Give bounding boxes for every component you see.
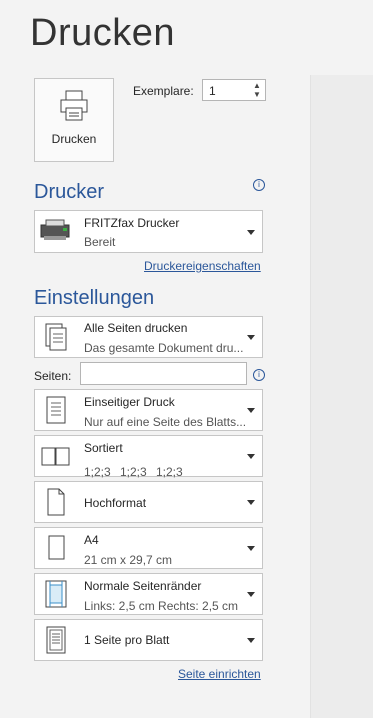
- printer-icon: [59, 89, 89, 128]
- collate-sequence-3: 1;2;3: [156, 465, 183, 479]
- print-range-description: Das gesamte Dokument dru...: [84, 341, 244, 355]
- sides-description: Nur auf eine Seite des Blatts...: [84, 415, 247, 429]
- document-pages-icon: [39, 321, 73, 353]
- margins-dropdown[interactable]: Normale Seitenränder Links: 2,5 cm Recht…: [34, 573, 263, 615]
- copies-spin-buttons[interactable]: ▲ ▼: [252, 81, 262, 99]
- portrait-page-icon: [39, 486, 73, 518]
- print-range-label: Alle Seiten drucken: [84, 321, 188, 335]
- paper-size-dropdown[interactable]: A4 21 cm x 29,7 cm: [34, 527, 263, 569]
- collate-sequence-2: 1;2;3: [120, 465, 147, 479]
- page-setup-link[interactable]: Seite einrichten: [178, 667, 261, 681]
- chevron-down-icon: [247, 454, 255, 459]
- printer-properties-link[interactable]: Druckereigenschaften: [144, 259, 261, 273]
- pages-label: Seiten:: [34, 369, 72, 383]
- page-margins-icon: [39, 578, 73, 610]
- margins-description: Links: 2,5 cm Rechts: 2,5 cm: [84, 599, 239, 613]
- info-icon[interactable]: i: [253, 179, 265, 191]
- orientation-label: Hochformat: [84, 496, 147, 510]
- collate-label: Sortiert: [84, 441, 123, 455]
- print-range-dropdown[interactable]: Alle Seiten drucken Das gesamte Dokument…: [34, 316, 263, 358]
- paper-size-label: A4: [84, 533, 99, 547]
- collate-sequence-1: 1;2;3: [84, 465, 111, 479]
- settings-heading: Einstellungen: [34, 287, 155, 309]
- pages-per-sheet-icon: [39, 624, 73, 656]
- chevron-down-icon: [247, 230, 255, 235]
- chevron-down-icon: [247, 408, 255, 413]
- print-button[interactable]: Drucken: [34, 78, 114, 162]
- print-button-label: Drucken: [51, 132, 97, 146]
- pages-input[interactable]: [80, 362, 247, 385]
- paper-size-icon: [39, 532, 73, 564]
- margins-label: Normale Seitenränder: [84, 579, 202, 593]
- chevron-down-icon: [247, 335, 255, 340]
- copies-stepper[interactable]: 1 ▲ ▼: [202, 79, 266, 101]
- chevron-down-icon: [247, 546, 255, 551]
- pages-per-sheet-label: 1 Seite pro Blatt: [84, 633, 170, 647]
- collated-icon: [39, 440, 73, 472]
- info-icon[interactable]: i: [253, 369, 265, 381]
- page-title: Drucken: [30, 12, 175, 54]
- printer-dropdown[interactable]: FRITZfax Drucker Bereit: [34, 210, 263, 253]
- fax-printer-icon: [39, 215, 73, 245]
- printer-status: Bereit: [84, 235, 116, 249]
- printer-name: FRITZfax Drucker: [84, 216, 180, 230]
- copies-label: Exemplare:: [133, 84, 194, 98]
- chevron-up-icon[interactable]: ▲: [253, 81, 261, 90]
- pages-per-sheet-dropdown[interactable]: 1 Seite pro Blatt: [34, 619, 263, 661]
- orientation-dropdown[interactable]: Hochformat: [34, 481, 263, 523]
- sides-label: Einseitiger Druck: [84, 395, 175, 409]
- chevron-down-icon: [247, 638, 255, 643]
- single-sided-icon: [39, 394, 73, 426]
- collate-dropdown[interactable]: Sortiert 1;2;3 1;2;3 1;2;3: [34, 435, 263, 479]
- paper-size-description: 21 cm x 29,7 cm: [84, 553, 173, 567]
- print-preview-pane: [310, 75, 373, 718]
- copies-value: 1: [209, 84, 216, 98]
- sides-dropdown[interactable]: Einseitiger Druck Nur auf eine Seite des…: [34, 389, 263, 431]
- chevron-down-icon: [247, 592, 255, 597]
- chevron-down-icon[interactable]: ▼: [253, 90, 261, 99]
- chevron-down-icon: [247, 500, 255, 505]
- printer-heading: Drucker: [34, 181, 105, 203]
